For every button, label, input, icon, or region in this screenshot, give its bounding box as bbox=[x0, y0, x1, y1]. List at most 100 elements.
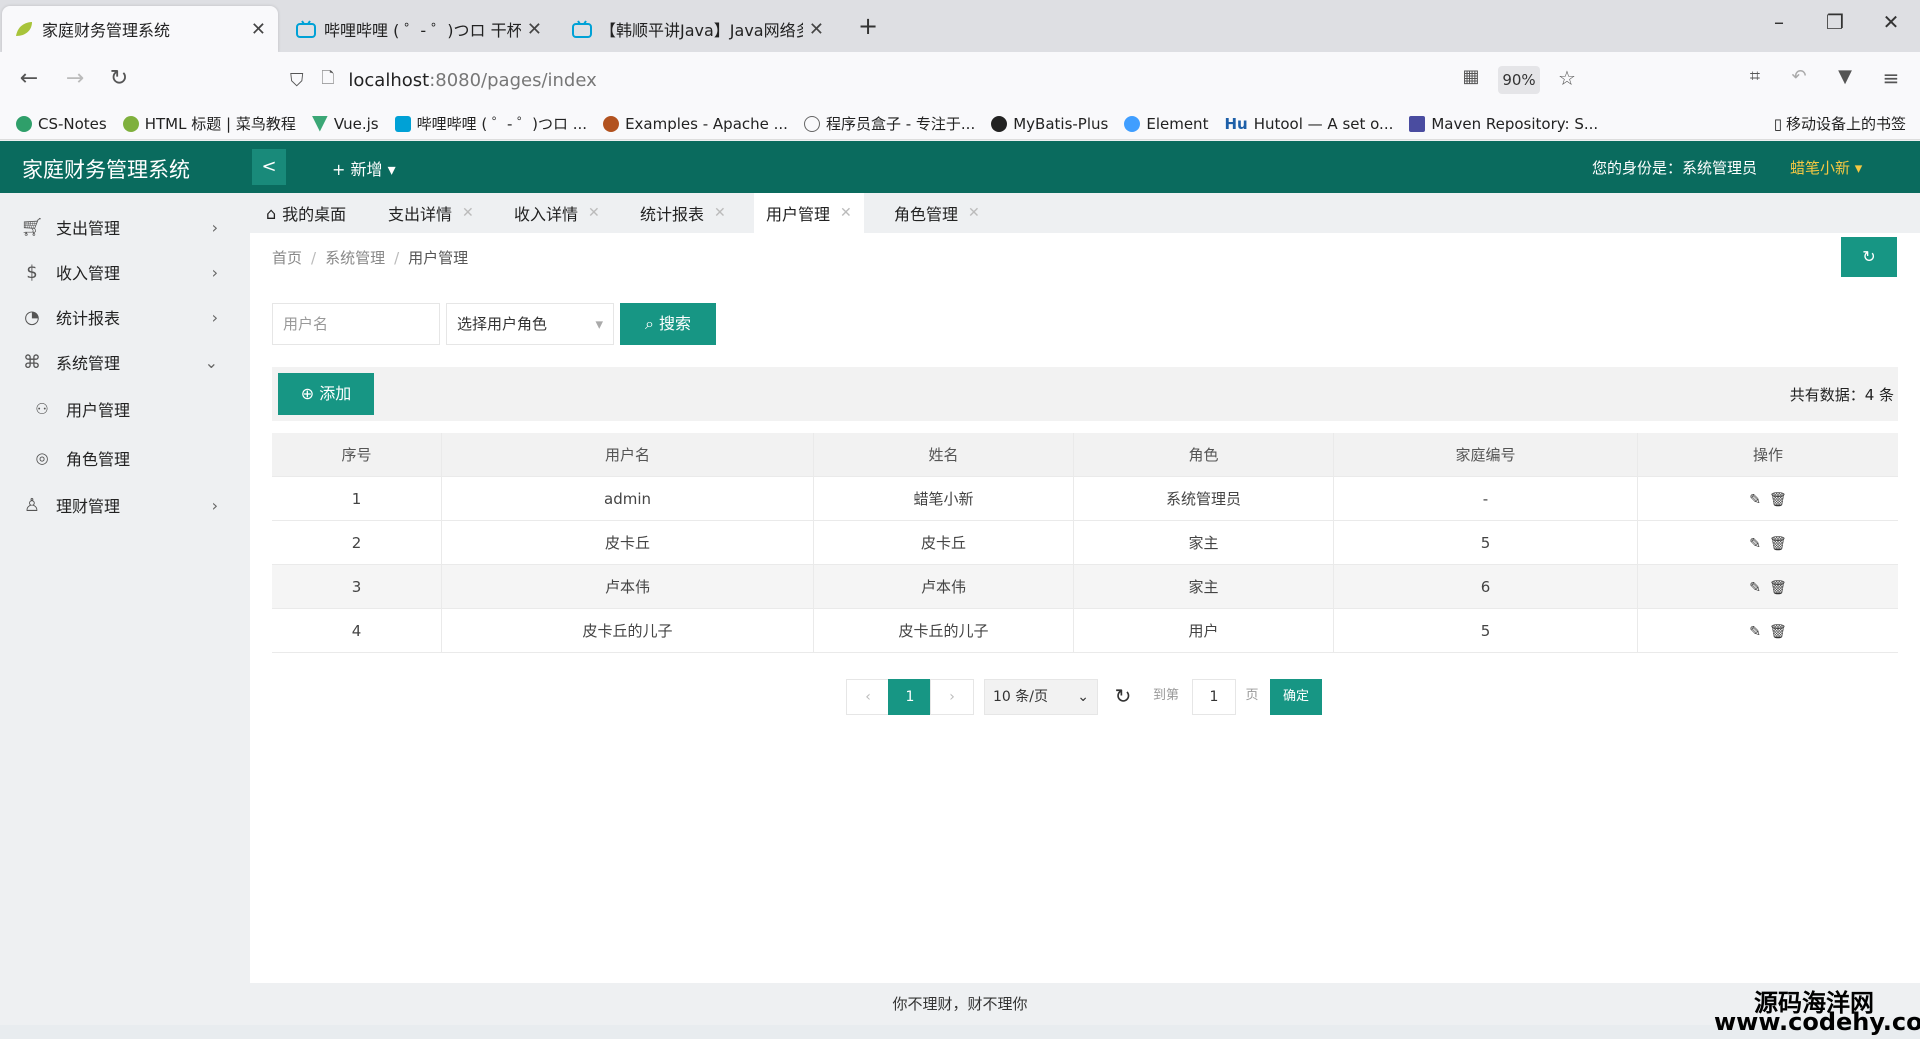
bookmark-maven[interactable]: Maven Repository: S... bbox=[1409, 115, 1598, 133]
bookmark-bilibili[interactable]: 哔哩哔哩 ( ゜- ゜)つロ ... bbox=[394, 113, 587, 134]
new-menu[interactable]: + 新增 ▾ bbox=[332, 156, 396, 180]
trash-icon[interactable]: 🗑︎ bbox=[1769, 624, 1787, 640]
edit-icon[interactable]: ✎ bbox=[1749, 580, 1761, 596]
window-close-icon[interactable]: ✕ bbox=[1876, 10, 1906, 34]
menu-icon[interactable]: ≡ bbox=[1876, 66, 1906, 90]
new-tab-button[interactable]: + bbox=[853, 12, 883, 40]
chevron-right-icon: › bbox=[211, 217, 218, 237]
vue-devtools-icon[interactable]: ▼ bbox=[1830, 66, 1860, 87]
bookmark-icon bbox=[122, 115, 139, 132]
user-menu[interactable]: 蜡笔小新 ▾ bbox=[1790, 157, 1862, 178]
edit-icon[interactable]: ✎ bbox=[1749, 536, 1761, 552]
close-icon[interactable]: ✕ bbox=[809, 19, 824, 40]
reload-icon[interactable]: ↻ bbox=[104, 66, 134, 91]
refresh-button[interactable]: ↻ bbox=[1841, 237, 1897, 277]
breadcrumb-home[interactable]: 首页 bbox=[272, 249, 302, 267]
bookmark-icon bbox=[16, 115, 32, 132]
goto-page-input[interactable]: 1 bbox=[1192, 679, 1236, 715]
bookmark-runoob[interactable]: HTML 标题 | 菜鸟教程 bbox=[122, 113, 296, 134]
cell-name: 皮卡丘 bbox=[814, 521, 1074, 565]
next-page-button[interactable]: › bbox=[930, 679, 974, 715]
minimize-icon[interactable]: – bbox=[1764, 10, 1794, 34]
sidebar-item-expense[interactable]: 🛒︎ 支出管理 › bbox=[0, 205, 248, 249]
bookmark-label: Hutool — A set o... bbox=[1253, 114, 1394, 133]
undo-icon[interactable]: ↶ bbox=[1784, 66, 1814, 87]
zoom-level[interactable]: 90% bbox=[1498, 66, 1540, 94]
prev-page-button[interactable]: ‹ bbox=[846, 679, 890, 715]
browser-tab-label: 【韩顺平讲Java】Java网络多线 bbox=[600, 21, 803, 40]
bookmark-element[interactable]: Element bbox=[1124, 115, 1208, 133]
cell-username: admin bbox=[442, 477, 814, 521]
forward-icon[interactable]: → bbox=[60, 66, 90, 91]
edit-icon[interactable]: ✎ bbox=[1749, 624, 1761, 640]
edit-icon[interactable]: ✎ bbox=[1749, 492, 1761, 508]
url-text[interactable]: localhost:8080/pages/index bbox=[348, 70, 596, 91]
tab-income-detail[interactable]: 收入详情 ✕ bbox=[502, 193, 612, 233]
bookmark-label: CS-Notes bbox=[38, 114, 107, 133]
person-icon: ♙ bbox=[23, 494, 41, 516]
app-header: 家庭财务管理系统 < + 新增 ▾ 您的身份是：系统管理员 蜡笔小新 ▾ bbox=[0, 141, 1920, 193]
tab-expense-detail[interactable]: 支出详情 ✕ bbox=[376, 193, 486, 233]
close-icon[interactable]: ✕ bbox=[462, 205, 474, 221]
browser-tab-active[interactable]: 家庭财务管理系统 ✕ bbox=[2, 6, 278, 52]
role-icon: ◎ bbox=[35, 449, 49, 467]
role-select[interactable]: 选择用户角色 ▾ bbox=[446, 303, 614, 345]
new-menu-label: + 新增 bbox=[332, 160, 383, 179]
crop-icon[interactable]: ⌗ bbox=[1740, 66, 1770, 87]
sidebar-item-income[interactable]: $ 收入管理 › bbox=[0, 250, 248, 294]
page-number-current[interactable]: 1 bbox=[888, 679, 932, 715]
close-icon[interactable]: ✕ bbox=[588, 205, 600, 221]
sidebar-item-label: 用户管理 bbox=[66, 401, 131, 420]
restore-icon[interactable]: ❐ bbox=[1820, 10, 1850, 34]
bookmark-label: Maven Repository: S... bbox=[1431, 114, 1599, 133]
trash-icon[interactable]: 🗑︎ bbox=[1769, 580, 1787, 596]
chevron-right-icon: › bbox=[211, 262, 218, 282]
sidebar-item-report[interactable]: ◔ 统计报表 › bbox=[0, 295, 248, 339]
close-icon[interactable]: ✕ bbox=[968, 205, 980, 221]
tab-user-management[interactable]: 用户管理 ✕ bbox=[754, 193, 864, 233]
bookmark-mybatis-plus[interactable]: MyBatis-Plus bbox=[991, 115, 1108, 133]
browser-tab[interactable]: 【韩顺平讲Java】Java网络多线 ✕ bbox=[560, 6, 836, 52]
qr-code-icon[interactable]: ▦ bbox=[1456, 66, 1486, 87]
close-icon[interactable]: ✕ bbox=[714, 205, 726, 221]
table-row: 2 皮卡丘 皮卡丘 家主 5 ✎ 🗑︎ bbox=[272, 521, 1898, 565]
username-input[interactable]: 用户名 bbox=[272, 303, 440, 345]
refresh-icon[interactable]: ↻ bbox=[1108, 679, 1138, 715]
sidebar-collapse-button[interactable]: < bbox=[252, 149, 286, 185]
sidebar-item-users[interactable]: ⚇ 用户管理 bbox=[0, 387, 248, 431]
bookmark-vue[interactable]: Vue.js bbox=[311, 115, 379, 133]
browser-tab[interactable]: 哔哩哔哩 ( ゜- ゜)つロ 干杯~-bili ✕ bbox=[284, 6, 554, 52]
cell-actions: ✎ 🗑︎ bbox=[1638, 477, 1898, 521]
sidebar-item-system[interactable]: ⌘ 系统管理 ⌄ bbox=[0, 340, 248, 384]
trash-icon[interactable]: 🗑︎ bbox=[1769, 492, 1787, 508]
bookmark-apache[interactable]: Examples - Apache ... bbox=[603, 115, 788, 133]
bookmark-programmer-box[interactable]: 程序员盒子 - 专注于... bbox=[803, 113, 975, 134]
browser-nav-bar: ← → ↻ ⛉ 🗋 localhost:8080/pages/index ▦ 9… bbox=[0, 52, 1920, 108]
search-button[interactable]: ⌕ 搜索 bbox=[620, 303, 716, 345]
close-icon[interactable]: ✕ bbox=[840, 205, 852, 221]
tab-desktop[interactable]: ⌂ 我的桌面 bbox=[254, 193, 358, 233]
mobile-bookmarks[interactable]: ▯ 移动设备上的书签 bbox=[1774, 113, 1906, 134]
back-icon[interactable]: ← bbox=[14, 66, 44, 91]
sidebar-item-roles[interactable]: ◎ 角色管理 bbox=[0, 436, 248, 480]
cell-index: 3 bbox=[272, 565, 442, 609]
close-icon[interactable]: ✕ bbox=[527, 19, 542, 40]
address-bar[interactable]: ⛉ 🗋 localhost:8080/pages/index bbox=[290, 60, 1580, 100]
trash-icon[interactable]: 🗑︎ bbox=[1769, 536, 1787, 552]
bookmark-cs-notes[interactable]: CS-Notes bbox=[16, 115, 107, 133]
refresh-icon: ↻ bbox=[1862, 247, 1876, 266]
cell-family-id: 5 bbox=[1334, 609, 1638, 653]
bookmark-hutool[interactable]: Hu Hutool — A set o... bbox=[1224, 115, 1393, 133]
tab-report[interactable]: 统计报表 ✕ bbox=[628, 193, 738, 233]
close-icon[interactable]: ✕ bbox=[251, 19, 266, 40]
hutool-icon: Hu bbox=[1224, 114, 1248, 133]
breadcrumb-current: 用户管理 bbox=[408, 249, 469, 267]
star-icon[interactable]: ☆ bbox=[1552, 66, 1582, 90]
watermark: 源码海洋网 www.codehy.com bbox=[1700, 978, 1920, 1039]
tab-role-management[interactable]: 角色管理 ✕ bbox=[882, 193, 992, 233]
sidebar-item-finance[interactable]: ♙ 理财管理 › bbox=[0, 483, 248, 527]
goto-confirm-button[interactable]: 确定 bbox=[1270, 679, 1322, 715]
breadcrumb-system[interactable]: 系统管理 bbox=[325, 249, 385, 267]
page-size-select[interactable]: 10 条/页 ⌄ bbox=[984, 679, 1098, 715]
add-user-button[interactable]: ⊕ 添加 bbox=[278, 373, 374, 415]
